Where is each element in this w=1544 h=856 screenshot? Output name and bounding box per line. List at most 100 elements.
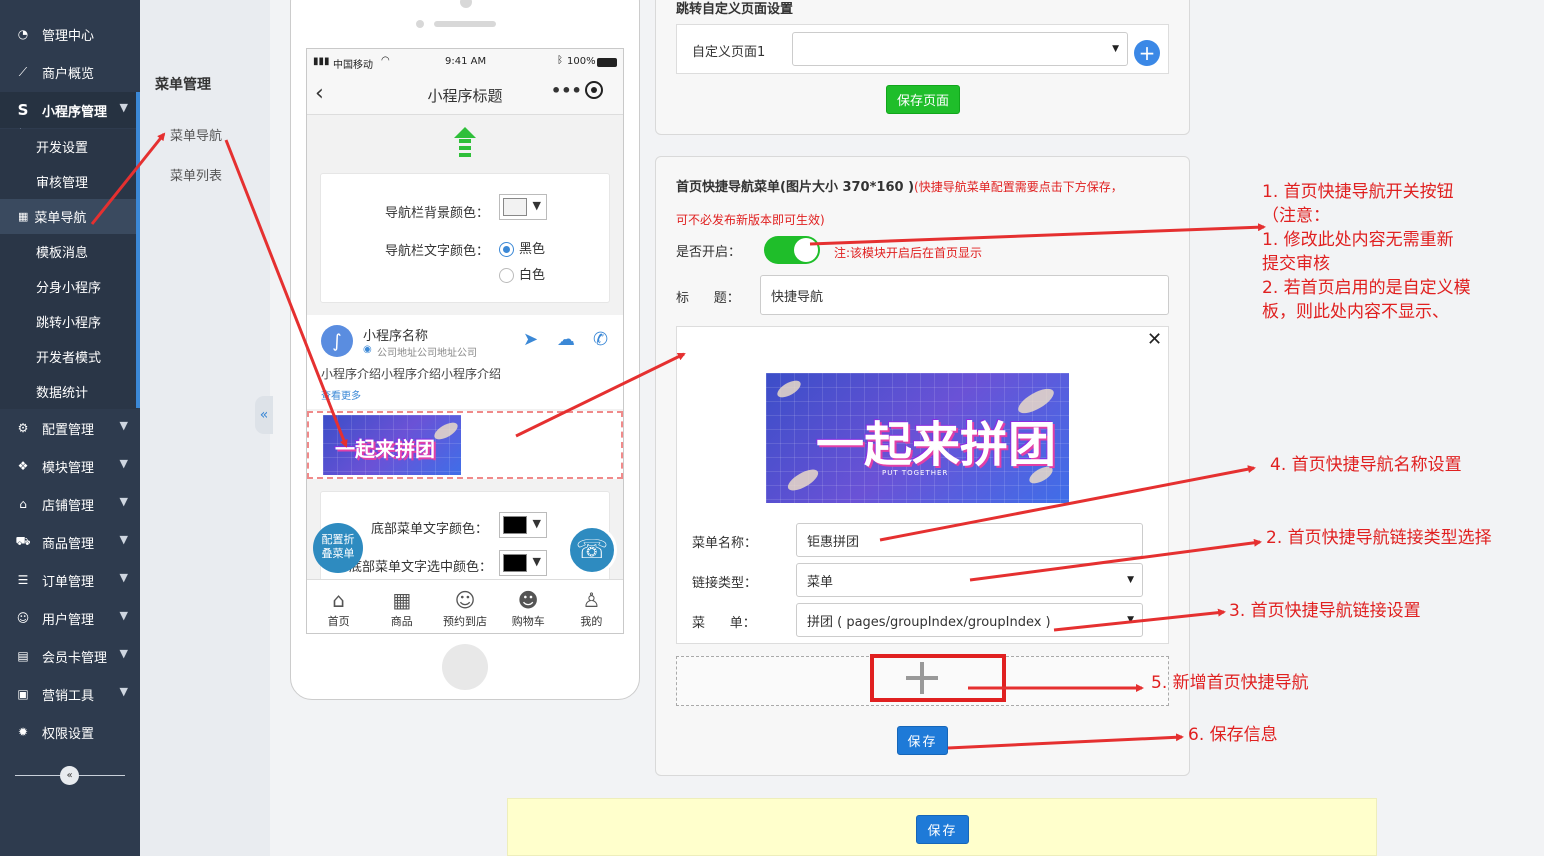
bluetooth-icon: ᛒ (557, 55, 563, 66)
sidebar-subitem-label: 菜单导航 (34, 211, 87, 226)
sidebar-item-member-card[interactable]: ▤ 会员卡管理 ▼ (0, 638, 140, 674)
shop-intro: 小程序介绍小程序介绍小程序介绍 (321, 367, 502, 381)
sidebar-subitem-clone[interactable]: 分身小程序 (0, 269, 138, 304)
sidebar-subitem-dev-settings[interactable]: 开发设置 (0, 129, 138, 164)
battery-icon (597, 58, 617, 67)
sidebar-item-label: 店铺管理 (42, 498, 95, 514)
gear-icon: ✹ (17, 725, 29, 739)
bottom-text-color-picker[interactable]: ▼ (499, 512, 547, 538)
plus-icon[interactable] (904, 660, 940, 696)
sidebar-item-marketing[interactable]: ▣ 营销工具 ▼ (0, 676, 140, 712)
grid-icon: ▦ (392, 587, 412, 612)
sidebar-subitem-stats[interactable]: 数据统计 (0, 374, 138, 409)
sidebar-item-orders[interactable]: ☰ 订单管理 ▼ (0, 562, 140, 598)
sidebar-item-users[interactable]: ☺ 用户管理 ▼ (0, 600, 140, 636)
sidebar-item-label: 商户概览 (42, 66, 95, 82)
tab-label: 首页 (327, 614, 350, 628)
collapse-panel-button[interactable]: « (255, 396, 273, 434)
quick-nav-preview[interactable]: 一起来拼团 (307, 411, 623, 479)
tab-cart[interactable]: ☻ 购物车 (497, 580, 560, 633)
home-icon: ⌂ (332, 587, 345, 612)
sidebar-collapse-knob[interactable]: « (60, 766, 79, 785)
chevron-down-icon: ▼ (119, 685, 128, 698)
secondary-item-menu-nav[interactable]: 菜单导航 (170, 125, 222, 144)
phone-icon[interactable]: ✆ (593, 329, 608, 350)
wifi-icon: ◠ (381, 55, 390, 66)
sidebar-item-miniprogram[interactable]: S 小程序管理 ▼ (0, 92, 140, 128)
status-bar: ▮▮▮ 中国移动 ◠ 9:41 AM ᛒ 100% (307, 49, 623, 75)
navigate-icon[interactable]: ➤ (523, 329, 538, 350)
secondary-menu-title: 菜单管理 (155, 77, 211, 93)
chevron-down-icon: ▼ (1127, 615, 1134, 625)
status-time: 9:41 AM (445, 56, 487, 67)
miniprogram-logo-icon: ∫ (321, 325, 353, 357)
fold-menu-button[interactable]: 配置折叠菜单 (313, 523, 363, 573)
sidebar-item-label: 模块管理 (42, 460, 95, 476)
sidebar-item-merchant-overview[interactable]: ⟋ 商户概览 (0, 54, 140, 90)
sidebar-item-modules[interactable]: ❖ 模块管理 ▼ (0, 448, 140, 484)
item-name-input[interactable]: 钜惠拼团 (796, 523, 1143, 557)
banner-text: 一起来拼团 (816, 417, 1057, 473)
sidebar-subitem-dev-mode[interactable]: 开发者模式 (0, 339, 138, 374)
enable-toggle[interactable] (764, 236, 820, 264)
s-logo-icon: S (17, 101, 29, 119)
bottom-active-color-picker[interactable]: ▼ (499, 550, 547, 576)
quick-nav-banner-thumb: 一起来拼团 (323, 415, 461, 475)
sidebar-subitem-jump[interactable]: 跳转小程序 (0, 304, 138, 339)
sidebar-item-shop[interactable]: ⌂ 店铺管理 ▼ (0, 486, 140, 522)
tab-home[interactable]: ⌂ 首页 (307, 580, 370, 633)
nav-bg-color-picker[interactable]: ▼ (499, 194, 547, 220)
quick-nav-note-2: 可不必发布新版本即可生效) (676, 213, 825, 227)
user-icon: ☺ (16, 611, 30, 625)
sidebar-item-goods[interactable]: ⛟ 商品管理 ▼ (0, 524, 140, 560)
sidebar-subitem-menu-nav[interactable]: ▦ 菜单导航 (0, 199, 138, 234)
menu-select[interactable]: 拼团 ( pages/groupIndex/groupIndex ) ▼ (796, 603, 1143, 637)
tab-goods[interactable]: ▦ 商品 (370, 580, 433, 633)
item-name-label: 菜单名称： (692, 536, 758, 551)
nav-bg-label: 导航栏背景颜色： (385, 206, 490, 221)
quick-nav-banner-image[interactable]: 一起来拼团 PUT TOGETHER (766, 373, 1069, 503)
link-type-select[interactable]: 菜单 ▼ (796, 563, 1143, 597)
title-input[interactable]: 快捷导航 (760, 275, 1169, 315)
shop-name: 小程序名称 (363, 329, 429, 344)
sidebar-item-config[interactable]: ⚙ 配置管理 ▼ (0, 410, 140, 446)
close-icon[interactable]: ✕ (1147, 329, 1162, 350)
service-icon: ☺ (454, 587, 476, 612)
sidebar-subitem-template-msg[interactable]: 模板消息 (0, 234, 138, 269)
cubes-icon: ❖ (17, 459, 29, 473)
chevron-down-icon: ▼ (119, 647, 128, 660)
banner-thumb-text: 一起来拼团 (335, 437, 435, 461)
sidebar-subitem-label: 分身小程序 (36, 281, 102, 296)
see-more-link[interactable]: 查看更多 (321, 387, 361, 402)
annotation-line: 2. 若首页启用的是自定义模 (1262, 278, 1471, 298)
annotation-line: 1. 首页快捷导航开关按钮 (1262, 182, 1454, 202)
radio-white[interactable]: 白色 (499, 264, 545, 283)
sidebar-subitem-label: 开发者模式 (36, 351, 102, 366)
sidebar-item-label: 商品管理 (42, 536, 95, 552)
quick-nav-save-button[interactable]: 保存 (897, 726, 948, 755)
secondary-menu: 菜单管理 菜单导航 菜单列表 (140, 0, 270, 856)
tab-booking[interactable]: ☺ 预约到店 (433, 580, 496, 633)
phone-screen: ▮▮▮ 中国移动 ◠ 9:41 AM ᛒ 100% ‹ 小程序标题 ••• 导航… (306, 48, 624, 634)
sidebar-item-admin-center[interactable]: ◔ 管理中心 (0, 16, 140, 52)
bottom-active-label: 底部菜单文字选中颜色： (349, 560, 493, 575)
tab-label: 我的 (580, 614, 603, 628)
dashboard-icon: ◔ (17, 27, 29, 41)
custom-page-select[interactable]: ▼ (792, 32, 1128, 66)
sidebar-item-label: 用户管理 (42, 612, 95, 628)
wechat-icon[interactable]: ☁ (557, 329, 575, 350)
secondary-item-menu-list[interactable]: 菜单列表 (170, 165, 222, 184)
radio-black[interactable]: 黑色 (499, 238, 545, 257)
add-page-button[interactable]: + (1134, 40, 1160, 66)
annotation-1: 1. 首页快捷导航开关按钮 （注意： 1. 修改此处内容无需重新 提交审核 2.… (1262, 180, 1471, 324)
bank-icon: ⌂ (19, 497, 27, 511)
upload-arrow-icon (452, 127, 478, 163)
save-page-button[interactable]: 保存页面 (886, 85, 960, 114)
footer-save-button[interactable]: 保存 (916, 815, 969, 844)
tab-mine[interactable]: ♙ 我的 (560, 580, 623, 633)
sidebar-subitem-review[interactable]: 审核管理 (0, 164, 138, 199)
sidebar-item-permissions[interactable]: ✹ 权限设置 (0, 714, 140, 750)
phone-sensor (416, 20, 424, 28)
call-float-icon[interactable]: ☏ (567, 525, 617, 575)
more-icon[interactable]: ••• (551, 81, 582, 100)
